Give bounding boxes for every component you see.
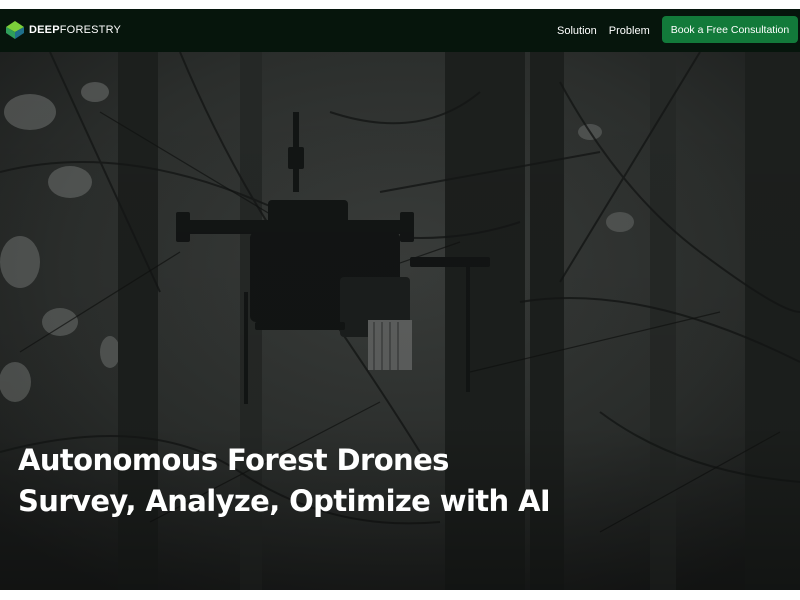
page: DEEPFORESTRY Solution Problem Book a Fre… — [0, 0, 800, 600]
hero-section: Autonomous Forest Drones Survey, Analyze… — [0, 52, 800, 590]
hero-title-line-2: Survey, Analyze, Optimize with AI — [18, 484, 551, 518]
nav-link-solution[interactable]: Solution — [557, 25, 597, 37]
nav-links: Solution Problem — [557, 9, 662, 52]
book-consultation-button[interactable]: Book a Free Consultation — [662, 16, 798, 43]
brand-name: DEEPFORESTRY — [29, 24, 121, 36]
hero-title: Autonomous Forest Drones Survey, Analyze… — [18, 440, 551, 522]
brand-name-light: FORESTRY — [59, 24, 122, 36]
brand-logo[interactable]: DEEPFORESTRY — [5, 19, 121, 41]
layered-leaf-logo-icon — [5, 20, 25, 40]
hero-title-line-1: Autonomous Forest Drones — [18, 443, 449, 477]
nav-link-problem[interactable]: Problem — [609, 25, 650, 37]
navbar: DEEPFORESTRY Solution Problem Book a Fre… — [0, 9, 800, 52]
brand-name-bold: DEEP — [29, 24, 60, 36]
